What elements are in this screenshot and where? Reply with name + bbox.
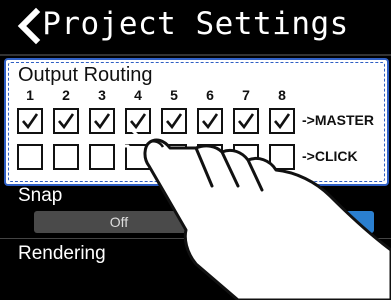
snap-toggle-on-segment[interactable] bbox=[260, 211, 374, 233]
snap-value: Off bbox=[109, 214, 129, 230]
divider bbox=[0, 238, 391, 239]
check-icon bbox=[238, 113, 255, 130]
channel-number-4: 4 bbox=[134, 87, 142, 103]
click-destination-label: ->CLICK bbox=[302, 148, 358, 164]
chevron-right-icon: > bbox=[367, 270, 381, 289]
channel-number-8: 8 bbox=[278, 87, 286, 103]
master-checkbox-ch2[interactable] bbox=[53, 108, 79, 134]
output-routing-panel: Output Routing 1 2 3 4 5 6 7 8 ->MASTER … bbox=[4, 58, 389, 186]
click-checkbox-ch7[interactable] bbox=[233, 144, 259, 170]
click-checkbox-ch1[interactable] bbox=[17, 144, 43, 170]
master-checkbox-ch8[interactable] bbox=[269, 108, 295, 134]
check-icon bbox=[94, 113, 111, 130]
channel-number-1: 1 bbox=[26, 87, 34, 103]
check-icon bbox=[202, 113, 219, 130]
output-routing-label: Output Routing bbox=[18, 64, 153, 86]
click-checkbox-ch2[interactable] bbox=[53, 144, 79, 170]
click-checkbox-ch5[interactable] bbox=[161, 144, 187, 170]
check-icon bbox=[130, 113, 147, 130]
master-checkbox-ch3[interactable] bbox=[89, 108, 115, 134]
channel-number-2: 2 bbox=[62, 87, 70, 103]
channel-number-3: 3 bbox=[98, 87, 106, 103]
click-checkbox-ch6[interactable] bbox=[197, 144, 223, 170]
snap-label: Snap bbox=[18, 185, 63, 206]
master-destination-label: ->MASTER bbox=[302, 112, 374, 128]
check-icon bbox=[166, 113, 183, 130]
channel-number-7: 7 bbox=[242, 87, 250, 103]
rendering-row[interactable] bbox=[0, 240, 391, 300]
master-checkbox-ch4[interactable] bbox=[125, 108, 151, 134]
project-settings-screen: Project Settings Output Routing 1 2 3 4 … bbox=[0, 0, 391, 300]
check-icon bbox=[274, 113, 291, 130]
click-checkbox-ch3[interactable] bbox=[89, 144, 115, 170]
check-icon bbox=[22, 113, 39, 130]
master-checkbox-ch6[interactable] bbox=[197, 108, 223, 134]
click-checkbox-ch4[interactable] bbox=[125, 144, 151, 170]
master-checkbox-ch5[interactable] bbox=[161, 108, 187, 134]
master-checkbox-ch7[interactable] bbox=[233, 108, 259, 134]
check-icon bbox=[58, 113, 75, 130]
header-bar: Project Settings bbox=[0, 0, 391, 56]
channel-number-6: 6 bbox=[206, 87, 214, 103]
page-title: Project Settings bbox=[42, 6, 349, 42]
channel-number-5: 5 bbox=[170, 87, 178, 103]
click-checkbox-ch8[interactable] bbox=[269, 144, 295, 170]
master-checkbox-ch1[interactable] bbox=[17, 108, 43, 134]
